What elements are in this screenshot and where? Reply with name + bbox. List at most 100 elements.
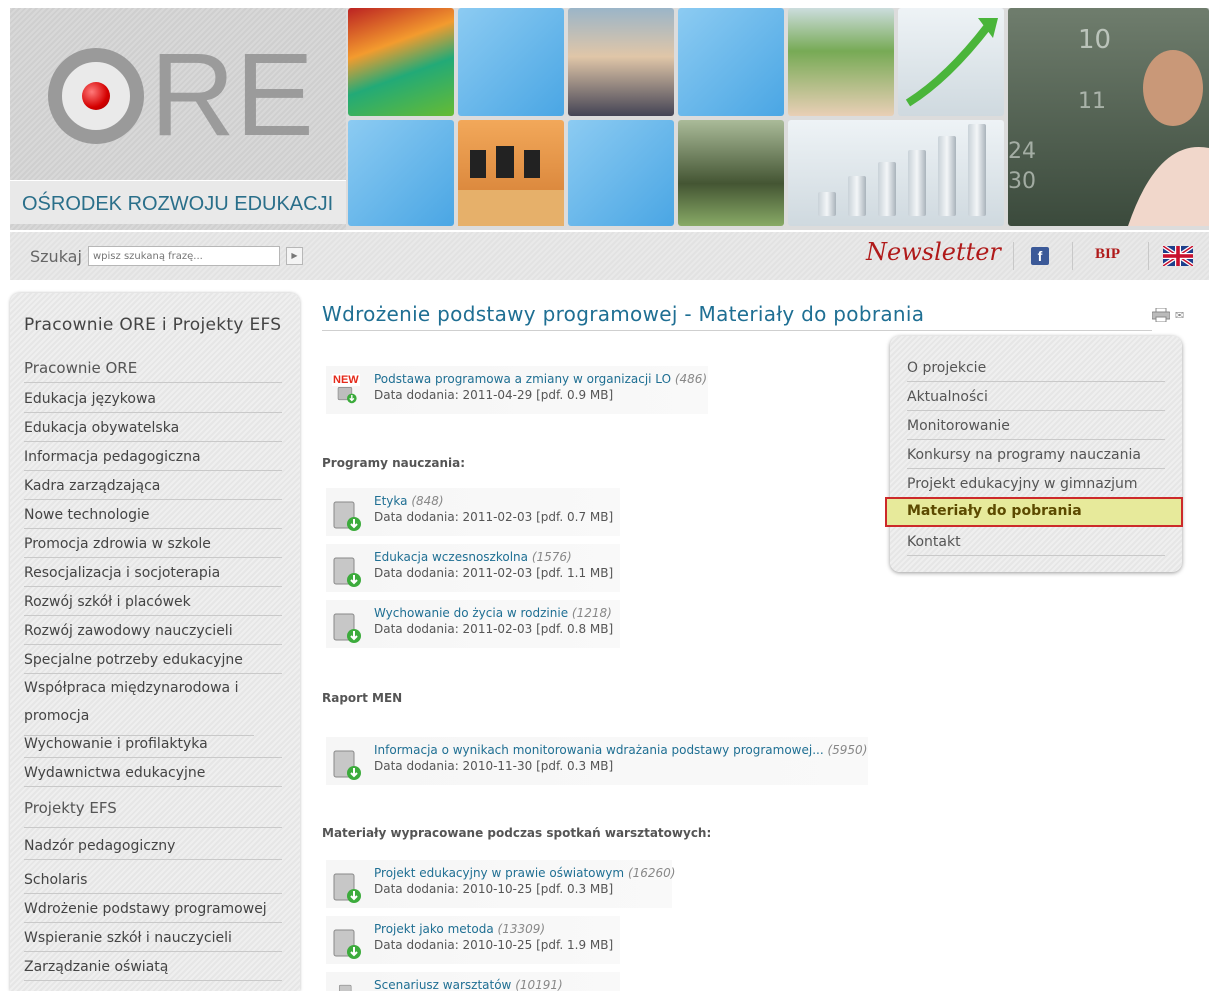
submenu-item-o-projekcie[interactable]: O projekcie <box>907 360 1165 382</box>
divider <box>1072 242 1073 270</box>
document-title[interactable]: Wychowanie do życia w rodzinie (1218) <box>374 600 620 620</box>
divider <box>1013 242 1014 270</box>
sidebar-item[interactable]: Zarządzanie oświatą <box>24 959 282 981</box>
sidebar-item[interactable]: Edukacja językowa <box>24 391 282 413</box>
sidebar-item[interactable]: Wdrożenie podstawy programowej <box>24 901 282 923</box>
logo-o-icon <box>48 48 144 144</box>
download-icon <box>337 387 357 404</box>
svg-text:11: 11 <box>1078 89 1106 114</box>
document-item[interactable]: Etyka (848) Data dodania: 2011-02-03 [pd… <box>326 488 620 536</box>
submenu-item-monitorowanie[interactable]: Monitorowanie <box>907 418 1165 440</box>
chart-bar-image <box>878 162 896 216</box>
sidebar-item[interactable]: Wspieranie szkół i nauczycieli <box>24 930 282 952</box>
download-icon <box>333 501 361 531</box>
site-header: RE OŚRODEK ROZWOJU EDUKACJI 10 11 24 30 <box>10 8 1209 230</box>
blue-tile <box>568 120 674 226</box>
bip-icon[interactable]: BIP <box>1095 246 1129 266</box>
sidebar-item[interactable]: Nowe technologie <box>24 507 282 529</box>
search-input[interactable] <box>88 246 280 266</box>
chart-bar-image <box>848 176 866 216</box>
sidebar-item[interactable]: Informacja pedagogiczna <box>24 449 282 471</box>
submenu-item-projekt-edukacyjny[interactable]: Projekt edukacyjny w gimnazjum <box>907 476 1165 498</box>
boy-at-laptop-photo <box>568 8 674 116</box>
bar-chart-image <box>788 120 1004 226</box>
computers-photo <box>458 120 564 226</box>
title-divider <box>322 330 1152 331</box>
chalk-formulas-icon: 10 11 24 30 <box>1008 25 1209 226</box>
document-title[interactable]: Projekt edukacyjny w prawie oświatowym (… <box>374 860 675 880</box>
bip-label: BIP <box>1095 246 1121 262</box>
download-icon <box>333 873 361 903</box>
document-item[interactable]: Scenariusz warsztatów (10191) <box>326 972 620 991</box>
sidebar-item[interactable]: Resocjalizacja i socjoterapia <box>24 565 282 587</box>
download-icon <box>333 557 361 587</box>
download-icon <box>333 613 361 643</box>
submenu-item-aktualnosci[interactable]: Aktualności <box>907 389 1165 411</box>
teacher-at-blackboard-photo: 10 11 24 30 <box>1008 8 1209 226</box>
sidebar-item[interactable]: Wydawnictwa edukacyjne <box>24 765 282 787</box>
blue-tile <box>348 120 454 226</box>
sidebar-item[interactable]: Nadzór pedagogiczny <box>24 838 282 860</box>
sidebar-item[interactable]: Rozwój zawodowy nauczycieli <box>24 623 282 645</box>
blue-tile <box>458 8 564 116</box>
page-title: Wdrożenie podstawy programowej - Materia… <box>322 302 925 326</box>
document-meta: Data dodania: 2010-10-25 [pdf. 1.9 MB] <box>374 938 614 952</box>
document-title[interactable]: Podstawa programowa a zmiany w organizac… <box>374 366 708 386</box>
document-title[interactable]: Scenariusz warsztatów (10191) <box>374 972 620 991</box>
submenu-item-kontakt[interactable]: Kontakt <box>907 534 1165 556</box>
search-toolbar: Szukaj ▶ Newsletter f BIP <box>10 232 1209 280</box>
document-item[interactable]: Projekt edukacyjny w prawie oświatowym (… <box>326 860 675 908</box>
document-item[interactable]: NEW Podstawa programowa a zmiany w organ… <box>326 366 708 414</box>
facebook-icon[interactable]: f <box>1031 247 1049 265</box>
search-submit-button[interactable]: ▶ <box>286 247 303 265</box>
uk-flag-icon[interactable] <box>1163 246 1193 266</box>
growth-arrow-icon <box>905 18 998 107</box>
section-heading: Materiały wypracowane podczas spotkań wa… <box>322 826 712 840</box>
document-item[interactable]: Wychowanie do życia w rodzinie (1218) Da… <box>326 600 620 648</box>
document-meta: Data dodania: 2010-11-30 [pdf. 0.3 MB] <box>374 759 614 773</box>
svg-text:30: 30 <box>1008 169 1036 194</box>
sidebar-item[interactable]: Specjalne potrzeby edukacyjne <box>24 652 282 674</box>
submenu-item-materialy-active[interactable]: Materiały do pobrania <box>885 497 1183 527</box>
download-icon <box>333 929 361 959</box>
document-item[interactable]: Informacja o wynikach monitorowania wdra… <box>326 737 868 785</box>
project-submenu: O projekcie Aktualności Monitorowanie Ko… <box>890 336 1182 572</box>
chart-bar-image <box>818 192 836 216</box>
sidebar-item[interactable]: Promocja zdrowia w szkole <box>24 536 282 558</box>
sidebar-item[interactable]: Kadra zarządzająca <box>24 478 282 500</box>
print-icon[interactable] <box>1152 308 1170 322</box>
sidebar-item[interactable]: Wychowanie i profilaktyka <box>24 736 282 758</box>
sidebar-item[interactable]: Rozwój szkół i placówek <box>24 594 282 616</box>
teacher-photo <box>788 8 894 116</box>
document-title[interactable]: Etyka (848) <box>374 488 620 508</box>
sidebar-item[interactable]: Edukacja obywatelska <box>24 420 282 442</box>
svg-text:10: 10 <box>1078 25 1111 55</box>
download-icon <box>338 984 352 991</box>
svg-text:24: 24 <box>1008 139 1036 164</box>
document-meta: Data dodania: 2011-02-03 [pdf. 0.7 MB] <box>374 510 614 524</box>
logo[interactable]: RE OŚRODEK ROZWOJU EDUKACJI <box>10 8 346 230</box>
document-item[interactable]: Projekt jako metoda (13309) Data dodania… <box>326 916 620 964</box>
email-icon[interactable]: ✉ <box>1175 309 1184 322</box>
chart-bar-image <box>968 124 986 216</box>
monitors-icon <box>458 146 564 226</box>
document-title[interactable]: Edukacja wczesnoszkolna (1576) <box>374 544 620 564</box>
organization-name: OŚRODEK ROZWOJU EDUKACJI <box>10 180 346 224</box>
blue-tile <box>678 8 784 116</box>
chart-bar-image <box>938 136 956 216</box>
document-title[interactable]: Projekt jako metoda (13309) <box>374 916 620 936</box>
download-icon <box>333 750 361 780</box>
document-item[interactable]: Edukacja wczesnoszkolna (1576) Data doda… <box>326 544 620 592</box>
submenu-item-konkursy[interactable]: Konkursy na programy nauczania <box>907 447 1165 469</box>
growth-chart-image <box>898 8 1004 116</box>
sidebar: Pracownie ORE i Projekty EFS Pracownie O… <box>10 293 300 991</box>
sidebar-item[interactable]: Współpraca międzynarodowa i promocja <box>24 674 254 736</box>
sidebar-section-projekty-efs[interactable]: Projekty EFS <box>24 799 282 828</box>
logo-red-dot-icon <box>82 82 110 110</box>
sidebar-section-pracownie[interactable]: Pracownie ORE <box>24 359 282 383</box>
section-heading: Programy nauczania: <box>322 456 465 470</box>
sidebar-item[interactable]: Scholaris <box>24 872 282 894</box>
document-title[interactable]: Informacja o wynikach monitorowania wdra… <box>374 737 868 757</box>
document-meta: Data dodania: 2011-04-29 [pdf. 0.9 MB] <box>374 388 614 402</box>
newsletter-link[interactable]: Newsletter <box>866 238 1001 266</box>
